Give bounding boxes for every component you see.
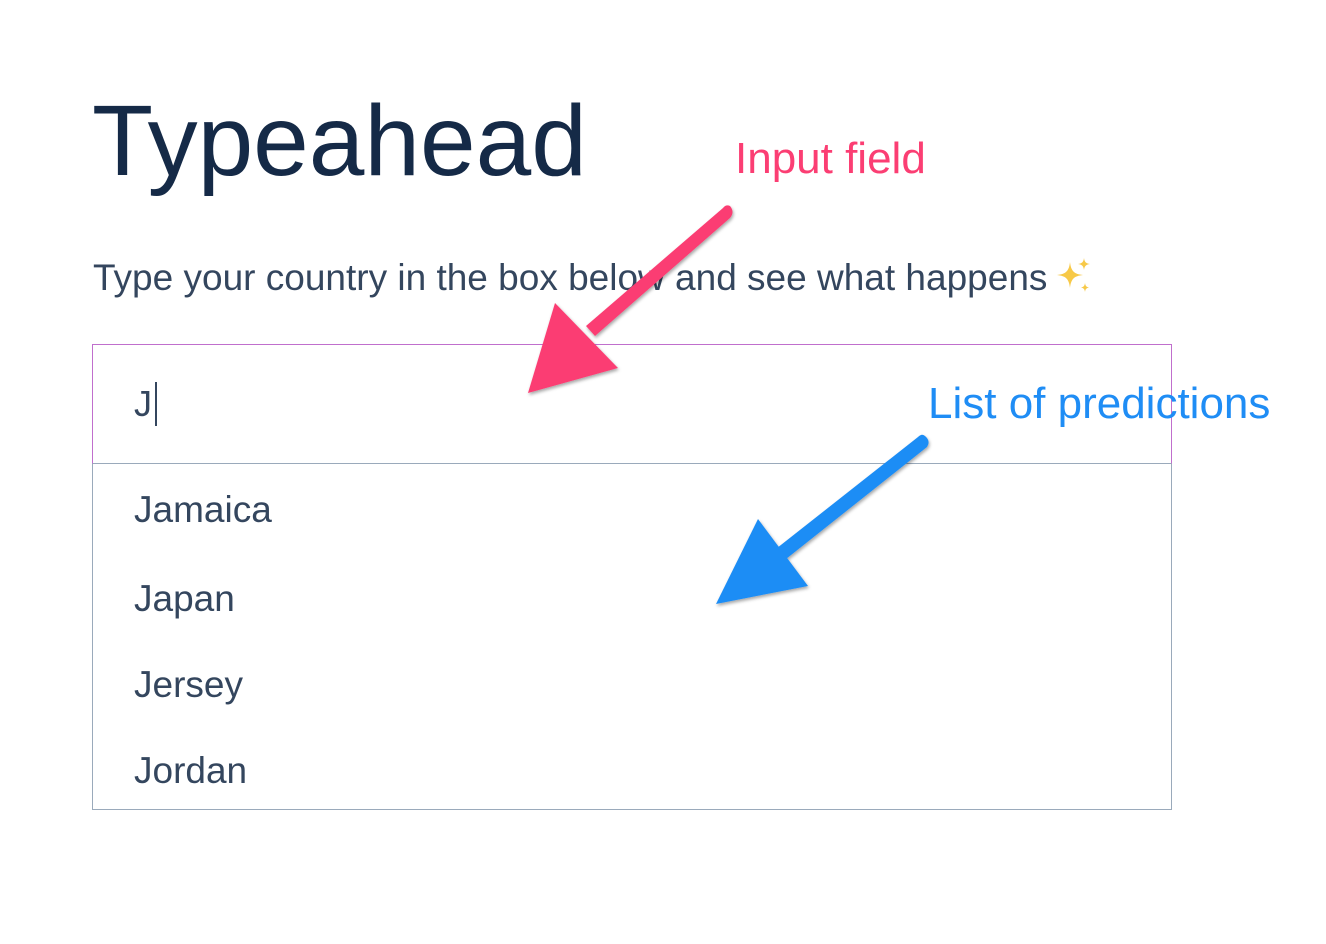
annotation-input-field: Input field <box>735 134 926 183</box>
prediction-item-jamaica[interactable]: Jamaica <box>93 464 1171 556</box>
input-value: J <box>134 383 152 424</box>
annotation-list-of-predictions: List of predictions <box>928 379 1271 428</box>
prediction-item-jersey[interactable]: Jersey <box>93 642 1171 728</box>
prediction-list: Jamaica Japan Jersey Jordan <box>92 464 1172 810</box>
text-caret <box>155 382 157 426</box>
page-subtitle: Type your country in the box below and s… <box>93 256 1093 300</box>
prediction-item-japan[interactable]: Japan <box>93 556 1171 642</box>
page-title: Typeahead <box>92 85 587 197</box>
sparkles-icon <box>1057 258 1091 292</box>
prediction-item-jordan[interactable]: Jordan <box>93 728 1171 814</box>
subtitle-text: Type your country in the box below and s… <box>93 257 1048 298</box>
